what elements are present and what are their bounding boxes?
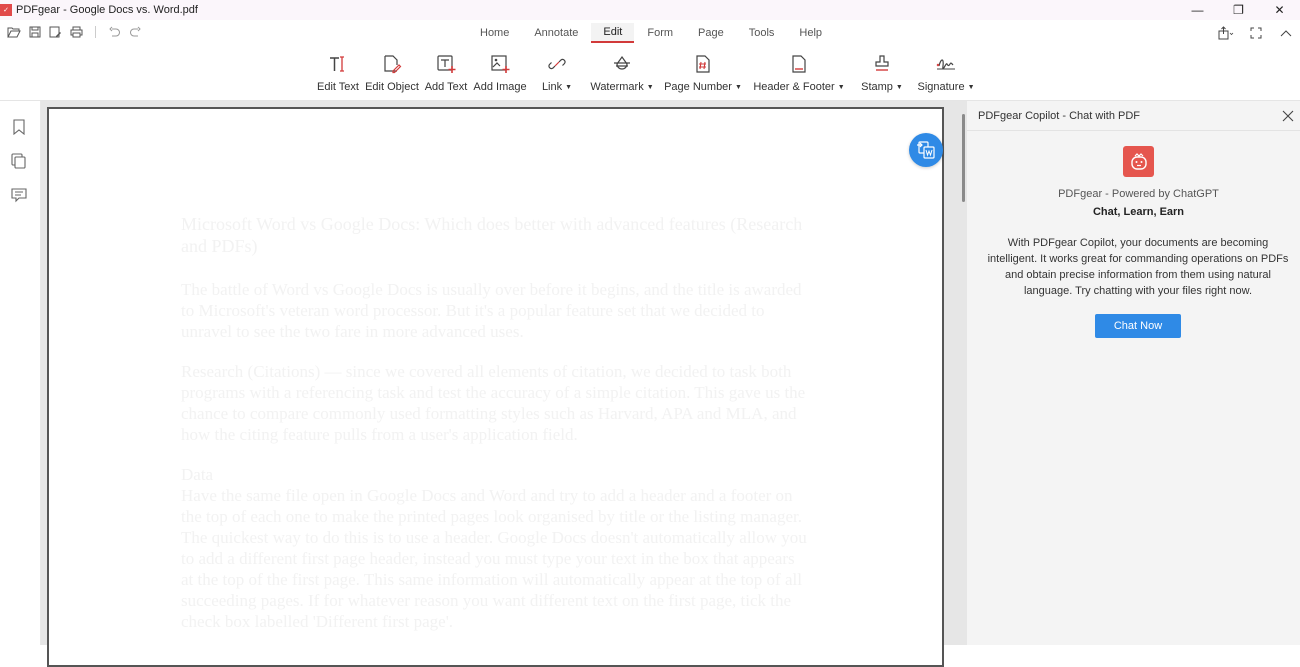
close-window-button[interactable]: ✕ [1259, 0, 1300, 20]
tab-home[interactable]: Home [468, 23, 521, 43]
undo-icon[interactable] [107, 24, 122, 39]
add-image-icon [488, 52, 512, 76]
powered-by-text: PDFgear - Powered by ChatGPT [1058, 188, 1219, 200]
tab-page[interactable]: Page [686, 23, 736, 43]
edit-object-button[interactable]: Edit Object [365, 52, 419, 93]
chat-now-button[interactable]: Chat Now [1095, 314, 1181, 338]
toolbar-divider [95, 25, 96, 38]
share-icon[interactable] [1218, 25, 1234, 41]
chevron-down-icon: ▼ [565, 84, 573, 91]
stamp-button[interactable]: Stamp ▼ [854, 52, 910, 93]
thumbnails-icon[interactable] [11, 153, 27, 169]
ribbon-tabs: Home Annotate Edit Form Page Tools Help [468, 23, 835, 43]
edit-ribbon: Edit Text Edit Object Add Text Add Image… [0, 46, 1300, 101]
pdfgear-logo-icon: ✓ [0, 4, 12, 16]
header-footer-icon [787, 52, 811, 76]
tab-help[interactable]: Help [787, 23, 834, 43]
watermark-icon [610, 52, 634, 76]
add-text-icon [434, 52, 458, 76]
watermark-button[interactable]: Watermark ▼ [588, 52, 656, 93]
document-subheading: Data [181, 465, 214, 484]
title-bar: ✓ PDFgear - Google Docs vs. Word.pdf — ❐… [0, 0, 1300, 20]
restore-button[interactable]: ❐ [1218, 0, 1259, 20]
document-content: Microsoft Word vs Google Docs: Which doe… [181, 213, 811, 651]
document-paragraph: Have the same file open in Google Docs a… [181, 486, 807, 631]
copilot-robot-icon [1123, 146, 1154, 177]
chevron-down-icon: ▼ [895, 84, 903, 91]
convert-to-word-button[interactable] [909, 133, 943, 167]
pdf-page[interactable]: Microsoft Word vs Google Docs: Which doe… [47, 107, 944, 667]
page-number-button[interactable]: Page Number ▼ [662, 52, 744, 93]
fullscreen-icon[interactable] [1248, 25, 1264, 41]
tab-form[interactable]: Form [635, 23, 685, 43]
window-title: PDFgear - Google Docs vs. Word.pdf [16, 4, 198, 16]
tab-annotate[interactable]: Annotate [522, 23, 590, 43]
tab-edit[interactable]: Edit [591, 23, 635, 43]
add-text-button[interactable]: Add Text [424, 52, 468, 93]
save-as-icon[interactable] [48, 24, 63, 39]
vertical-scrollbar[interactable] [962, 114, 965, 202]
edit-object-icon [380, 52, 404, 76]
signature-button[interactable]: Signature ▼ [916, 52, 976, 93]
page-number-icon [691, 52, 715, 76]
tab-tools[interactable]: Tools [737, 23, 787, 43]
quick-toolbar: Home Annotate Edit Form Page Tools Help [0, 20, 1300, 46]
close-icon[interactable] [1282, 109, 1296, 123]
link-button[interactable]: Link ▼ [532, 52, 582, 93]
add-image-button[interactable]: Add Image [473, 52, 527, 93]
print-icon[interactable] [69, 24, 84, 39]
chevron-down-icon: ▼ [646, 84, 654, 91]
header-footer-button[interactable]: Header & Footer ▼ [750, 52, 848, 93]
chevron-down-icon: ▼ [837, 84, 845, 91]
link-icon [545, 52, 569, 76]
left-sidebar [0, 101, 41, 645]
bookmark-icon[interactable] [11, 119, 27, 136]
copilot-panel: PDFgear Copilot - Chat with PDF PDFgear … [967, 101, 1300, 645]
save-icon[interactable] [27, 24, 42, 39]
document-viewer: Microsoft Word vs Google Docs: Which doe… [41, 101, 967, 667]
copilot-description: With PDFgear Copilot, your documents are… [987, 237, 1289, 297]
collapse-ribbon-icon[interactable] [1278, 25, 1294, 41]
edit-text-button[interactable]: Edit Text [316, 52, 360, 93]
comments-icon[interactable] [11, 187, 27, 203]
open-folder-icon[interactable] [6, 24, 21, 39]
copilot-header: PDFgear Copilot - Chat with PDF [967, 101, 1300, 131]
chevron-down-icon: ▼ [734, 84, 742, 91]
signature-icon [934, 52, 958, 76]
edit-text-icon [326, 52, 350, 76]
redo-icon[interactable] [128, 24, 143, 39]
document-paragraph: Research (Citations) — since we covered … [181, 362, 806, 444]
document-paragraph: The battle of Word vs Google Docs is usu… [181, 280, 802, 341]
minimize-button[interactable]: — [1177, 0, 1218, 20]
chevron-down-icon: ▼ [967, 84, 975, 91]
convert-to-word-icon [917, 141, 935, 159]
document-heading: Microsoft Word vs Google Docs: Which doe… [181, 214, 803, 256]
stamp-icon [870, 52, 894, 76]
copilot-tagline: Chat, Learn, Earn [1092, 206, 1185, 218]
